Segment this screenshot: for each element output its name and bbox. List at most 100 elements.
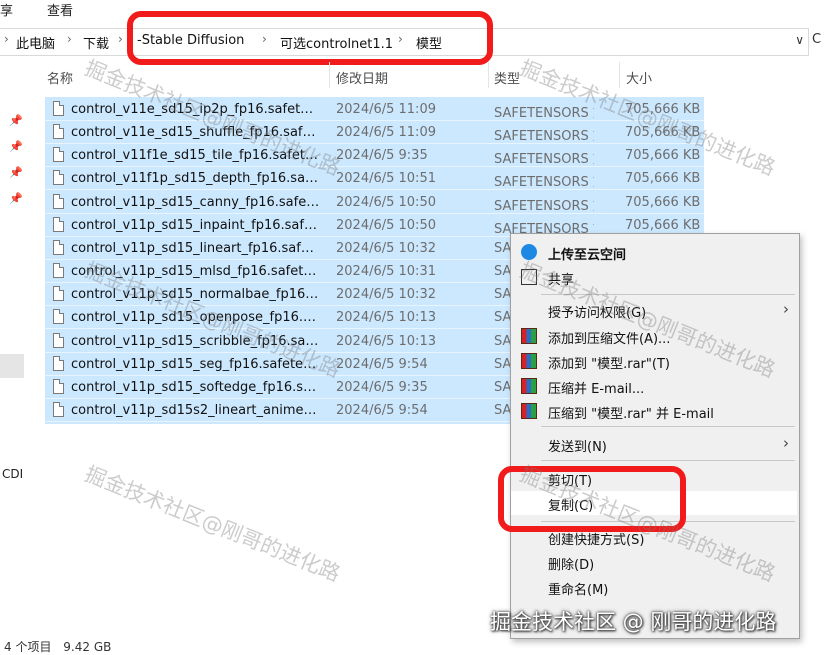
menu-divider [541,426,795,427]
address-dropdown-icon[interactable]: ∨ [795,33,804,47]
nav-drive-label[interactable]: CDI [2,467,23,481]
watermark-text: 掘金技术社区@刚哥的进化路 [81,461,344,587]
file-row[interactable]: control_v11e_sd15_shuffle_fp16.safetenso… [45,121,704,145]
menu-item-label: 添加到压缩文件(A)... [548,332,671,347]
file-date: 2024/6/5 10:50 [336,194,436,210]
share-icon [521,269,537,285]
file-icon [53,124,64,140]
file-date: 2024/6/5 9:54 [336,356,428,372]
file-row[interactable]: control_v11f1p_sd15_depth_fp16.safetenso… [45,167,704,191]
file-size: 705,666 KB [625,171,701,187]
menu-item-rename[interactable]: 重命名(M) [511,575,797,599]
file-size: 705,666 KB [625,125,701,141]
chevron-right-icon: › [783,434,789,452]
menu-item-compress-rar-email[interactable]: 压缩到 "模型.rar" 并 E-mail [511,399,797,423]
menu-item-label: 重命名(M) [548,583,609,598]
file-row[interactable]: control_v11p_sd15_canny_fp16.safetensors… [45,191,704,214]
file-size: 705,666 KB [625,194,701,210]
file-size: 705,666 KB [625,217,701,233]
pin-icon[interactable]: 📌 [9,114,23,127]
file-date: 2024/6/5 10:13 [336,333,436,349]
file-icon [53,216,64,232]
file-name: control_v11p_sd15_inpaint_fp16.safetenso… [71,217,321,233]
file-date: 2024/6/5 10:32 [336,287,436,303]
file-date: 2024/6/5 10:32 [336,240,436,256]
file-name: control_v11p_sd15_scribble_fp16.safetens… [71,333,321,349]
file-icon [53,286,64,302]
menu-item-add-to-rar[interactable]: 添加到 "模型.rar"(T) [511,349,797,373]
refresh-partial[interactable]: C [812,32,821,47]
column-header-type[interactable]: 类型 [494,68,520,87]
nav-selected-item[interactable] [0,354,24,378]
copy-highlight-box [498,466,686,532]
file-name: control_v11p_sd15_mlsd_fp16.safetensors [71,264,321,280]
menu-item-compress-email[interactable]: 压缩并 E-mail... [511,374,797,398]
breadcrumb-separator: › [67,32,72,46]
file-name: control_v11e_sd15_shuffle_fp16.safetenso… [71,125,321,141]
menu-divider [541,460,795,461]
menu-item-label: 共享 [548,273,575,288]
menu-item-grant-access[interactable]: 授予访问权限(G) › [511,298,797,322]
file-date: 2024/6/5 11:09 [336,102,436,117]
column-divider[interactable] [488,62,489,88]
breadcrumb-downloads[interactable]: 下载 [83,33,109,52]
file-type: SAFETENSORS 文件 [494,129,594,145]
column-header-name[interactable]: 名称 [47,68,73,87]
menu-share[interactable]: 享 [0,0,13,19]
menu-item-label: 添加到 "模型.rar"(T) [548,357,670,372]
file-type: SAFETENSORS 文件 [494,152,594,168]
breadcrumb-this-pc[interactable]: 此电脑 [16,33,55,52]
file-icon [53,193,64,209]
chevron-right-icon: › [783,300,789,318]
file-date: 2024/6/5 10:51 [336,171,436,187]
file-name: control_v11p_sd15_softedge_fp16.safetens… [71,379,321,395]
file-date: 2024/6/5 9:54 [336,402,428,418]
menu-item-add-archive[interactable]: 添加到压缩文件(A)... [511,324,797,348]
menu-item-upload-cloud[interactable]: 上传至云空间 [511,240,797,264]
menu-item-label: 发送到(N) [548,440,607,455]
path-highlight-box [127,11,493,65]
winrar-icon [521,378,537,394]
pin-icon[interactable]: 📌 [9,166,23,179]
breadcrumb-separator: › [4,32,9,46]
status-bar: 4 个项目 9.42 GB [4,638,111,655]
file-icon [53,332,64,348]
menu-item-label: 删除(D) [548,558,595,573]
file-icon [53,147,64,163]
menu-view[interactable]: 查看 [47,0,73,19]
menu-item-label: 压缩并 E-mail... [548,382,645,397]
menu-item-send-to[interactable]: 发送到(N) › [511,432,797,456]
cloud-upload-icon [521,244,537,260]
winrar-icon [521,353,537,369]
file-date: 2024/6/5 11:09 [336,125,436,141]
menu-item-label: 压缩到 "模型.rar" 并 E-mail [548,407,714,422]
breadcrumb-separator: › [118,32,123,46]
file-row[interactable]: control_v11e_sd15_ip2p_fp16.safetensors 2… [45,98,704,121]
winrar-icon [521,403,537,419]
file-date: 2024/6/5 9:35 [336,148,428,164]
column-divider[interactable] [619,62,620,88]
file-date: 2024/6/5 10:13 [336,310,436,326]
context-menu: 上传至云空间 共享 授予访问权限(G) › 添加到压缩文件(A)... 添加到 … [510,233,800,639]
file-name: control_v11p_sd15_seg_fp16.safetensors [71,356,321,372]
pin-icon[interactable]: 📌 [9,140,23,153]
file-type: SAFETENSORS 文件 [494,175,594,191]
file-name: control_v11p_sd15_normalbae_fp16.safeten… [71,287,321,303]
file-icon [53,239,64,255]
file-row[interactable]: control_v11f1e_sd15_tile_fp16.safetensor… [45,144,704,168]
menu-item-share[interactable]: 共享 [511,265,797,289]
menu-item-label: 授予访问权限(G) [548,306,647,321]
column-divider[interactable] [329,62,330,88]
file-name: control_v11p_sd15s2_lineart_anime_fp16.s… [71,402,321,418]
file-name: control_v11e_sd15_ip2p_fp16.safetensors [71,102,321,117]
column-header-size[interactable]: 大小 [626,68,652,87]
file-icon [53,170,64,186]
file-type: SAFETENSORS 文件 [494,106,594,121]
file-icon [53,355,64,371]
file-name: control_v11f1p_sd15_depth_fp16.safetenso… [71,171,321,187]
column-header-date[interactable]: 修改日期 [336,68,388,87]
pin-icon[interactable]: 📌 [9,192,23,205]
winrar-icon [521,328,537,344]
file-size: 705,666 KB [625,102,701,117]
menu-item-delete[interactable]: 删除(D) [511,550,797,574]
